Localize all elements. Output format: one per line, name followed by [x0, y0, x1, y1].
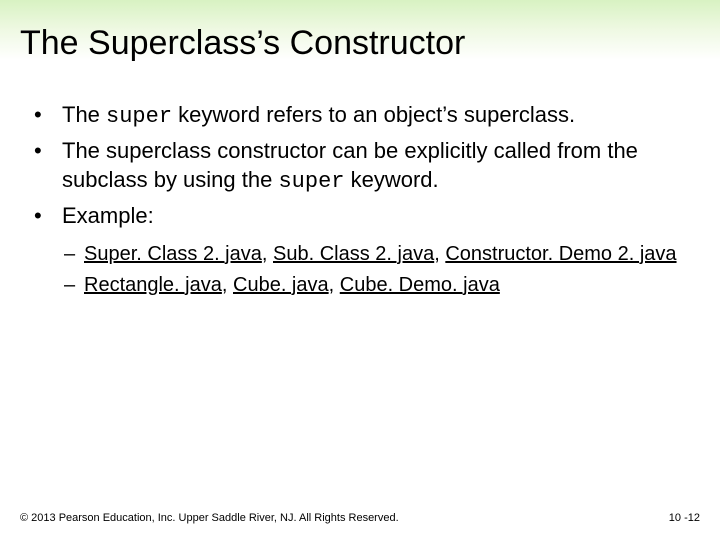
- example-row-1-text: Super. Class 2. java, Sub. Class 2. java…: [84, 241, 677, 268]
- slide: The Superclass’s Constructor • The super…: [0, 0, 720, 540]
- slide-body: • The super keyword refers to an object’…: [30, 100, 690, 303]
- bullet-2-text: The superclass constructor can be explic…: [62, 136, 690, 197]
- bullet-2-code: super: [278, 169, 344, 194]
- example-row-2: – Rectangle. java, Cube. java, Cube. Dem…: [30, 272, 690, 299]
- sep: ,: [329, 274, 340, 296]
- bullet-dot: •: [30, 136, 62, 197]
- bullet-3: • Example:: [30, 201, 690, 231]
- bullet-1-text: The super keyword refers to an object’s …: [62, 100, 690, 132]
- example-row-1: – Super. Class 2. java, Sub. Class 2. ja…: [30, 241, 690, 268]
- bullet-2-post: keyword.: [344, 167, 438, 192]
- link-cubedemo[interactable]: Cube. Demo. java: [340, 274, 500, 296]
- sep: ,: [262, 243, 273, 265]
- bullet-1-pre: The: [62, 102, 106, 127]
- link-superclass2[interactable]: Super. Class 2. java: [84, 243, 262, 265]
- sep: ,: [222, 274, 233, 296]
- link-rectangle[interactable]: Rectangle. java: [84, 274, 222, 296]
- bullet-3-text: Example:: [62, 201, 690, 231]
- dash-icon: –: [64, 241, 84, 268]
- example-links: – Super. Class 2. java, Sub. Class 2. ja…: [30, 241, 690, 299]
- bullet-2: • The superclass constructor can be expl…: [30, 136, 690, 197]
- bullet-dot: •: [30, 100, 62, 132]
- footer: © 2013 Pearson Education, Inc. Upper Sad…: [20, 512, 700, 524]
- dash-icon: –: [64, 272, 84, 299]
- bullet-1-code: super: [106, 104, 172, 129]
- slide-title: The Superclass’s Constructor: [20, 24, 465, 63]
- bullet-1-post: keyword refers to an object’s superclass…: [172, 102, 575, 127]
- bullet-1: • The super keyword refers to an object’…: [30, 100, 690, 132]
- bullet-dot: •: [30, 201, 62, 231]
- sep: ,: [434, 243, 445, 265]
- link-cube[interactable]: Cube. java: [233, 274, 329, 296]
- link-subclass2[interactable]: Sub. Class 2. java: [273, 243, 434, 265]
- copyright-text: © 2013 Pearson Education, Inc. Upper Sad…: [20, 512, 399, 524]
- link-constructordemo2[interactable]: Constructor. Demo 2. java: [445, 243, 676, 265]
- page-number: 10 -12: [669, 512, 700, 524]
- example-row-2-text: Rectangle. java, Cube. java, Cube. Demo.…: [84, 272, 500, 299]
